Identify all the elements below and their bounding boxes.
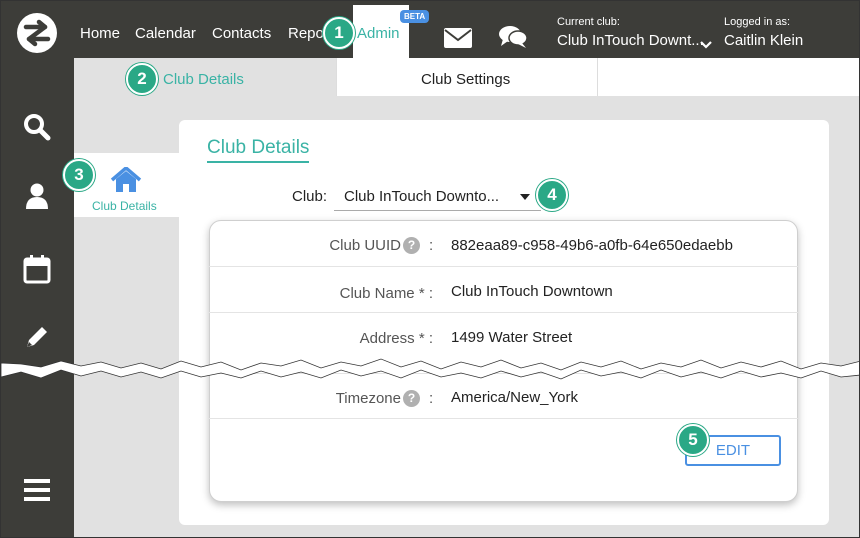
logged-in-caption: Logged in as: [724, 16, 791, 28]
club-select-label: Club: [292, 188, 328, 205]
callout-marker-4: 4 [536, 179, 568, 211]
top-navigation-bar [1, 1, 859, 58]
calendar-icon[interactable] [23, 254, 51, 289]
caret-down-icon[interactable] [520, 194, 530, 200]
club-select[interactable]: Club InTouch Downto... [334, 183, 541, 211]
help-icon[interactable]: ? [403, 390, 420, 407]
nav-link-admin[interactable]: Admin [357, 25, 400, 42]
chevron-down-icon[interactable] [700, 36, 712, 54]
field-label-address: Address * : [359, 330, 433, 347]
page-title: Club Details [207, 137, 310, 163]
user-icon[interactable] [23, 182, 51, 215]
field-colon: : [429, 390, 434, 407]
row-divider [209, 266, 798, 267]
field-colon: : [429, 237, 434, 254]
tab-club-details-label[interactable]: Club Details [163, 71, 244, 88]
search-icon[interactable] [23, 113, 51, 146]
help-icon[interactable]: ? [403, 237, 420, 254]
field-label-timezone: Timezone [335, 390, 401, 407]
callout-marker-5: 5 [677, 424, 709, 456]
nav-link-reports[interactable]: Repo [288, 25, 324, 42]
callout-marker-2: 2 [126, 63, 158, 95]
app-logo[interactable] [17, 13, 57, 53]
tab-empty [598, 58, 859, 96]
logged-in-user[interactable]: Caitlin Klein [724, 32, 803, 49]
field-value-timezone: America/New_York [451, 389, 578, 406]
nav-link-home[interactable]: Home [80, 25, 120, 42]
field-label-club-name: Club Name * : [339, 285, 433, 302]
app-window: Home Calendar Contacts Repo Admin BETA C… [0, 0, 860, 538]
home-icon[interactable] [110, 166, 142, 198]
chat-icon[interactable] [498, 25, 528, 54]
current-club-switcher[interactable]: Club InTouch Downt... [557, 32, 704, 49]
beta-badge: BETA [400, 10, 430, 23]
field-label-club-uuid: Club UUID [329, 237, 401, 254]
subnav-item-label[interactable]: Club Details [92, 199, 157, 213]
nav-link-calendar[interactable]: Calendar [135, 25, 196, 42]
current-club-caption: Current club: [557, 16, 620, 28]
club-select-value[interactable]: Club InTouch Downto... [344, 188, 499, 205]
tab-club-settings-label[interactable]: Club Settings [421, 71, 510, 88]
callout-marker-3: 3 [63, 159, 95, 191]
field-value-club-name: Club InTouch Downtown [451, 283, 613, 300]
field-value-address: 1499 Water Street [451, 329, 573, 346]
callout-marker-1: 1 [323, 17, 355, 49]
mail-icon[interactable] [444, 28, 472, 53]
menu-icon[interactable] [23, 477, 51, 508]
torn-edge-divider [1, 358, 859, 380]
row-divider [209, 312, 798, 313]
nav-link-contacts[interactable]: Contacts [212, 25, 271, 42]
field-value-club-uuid: 882eaa89-c958-49b6-a0fb-64e650edaebb [451, 237, 733, 254]
row-divider [209, 418, 798, 419]
